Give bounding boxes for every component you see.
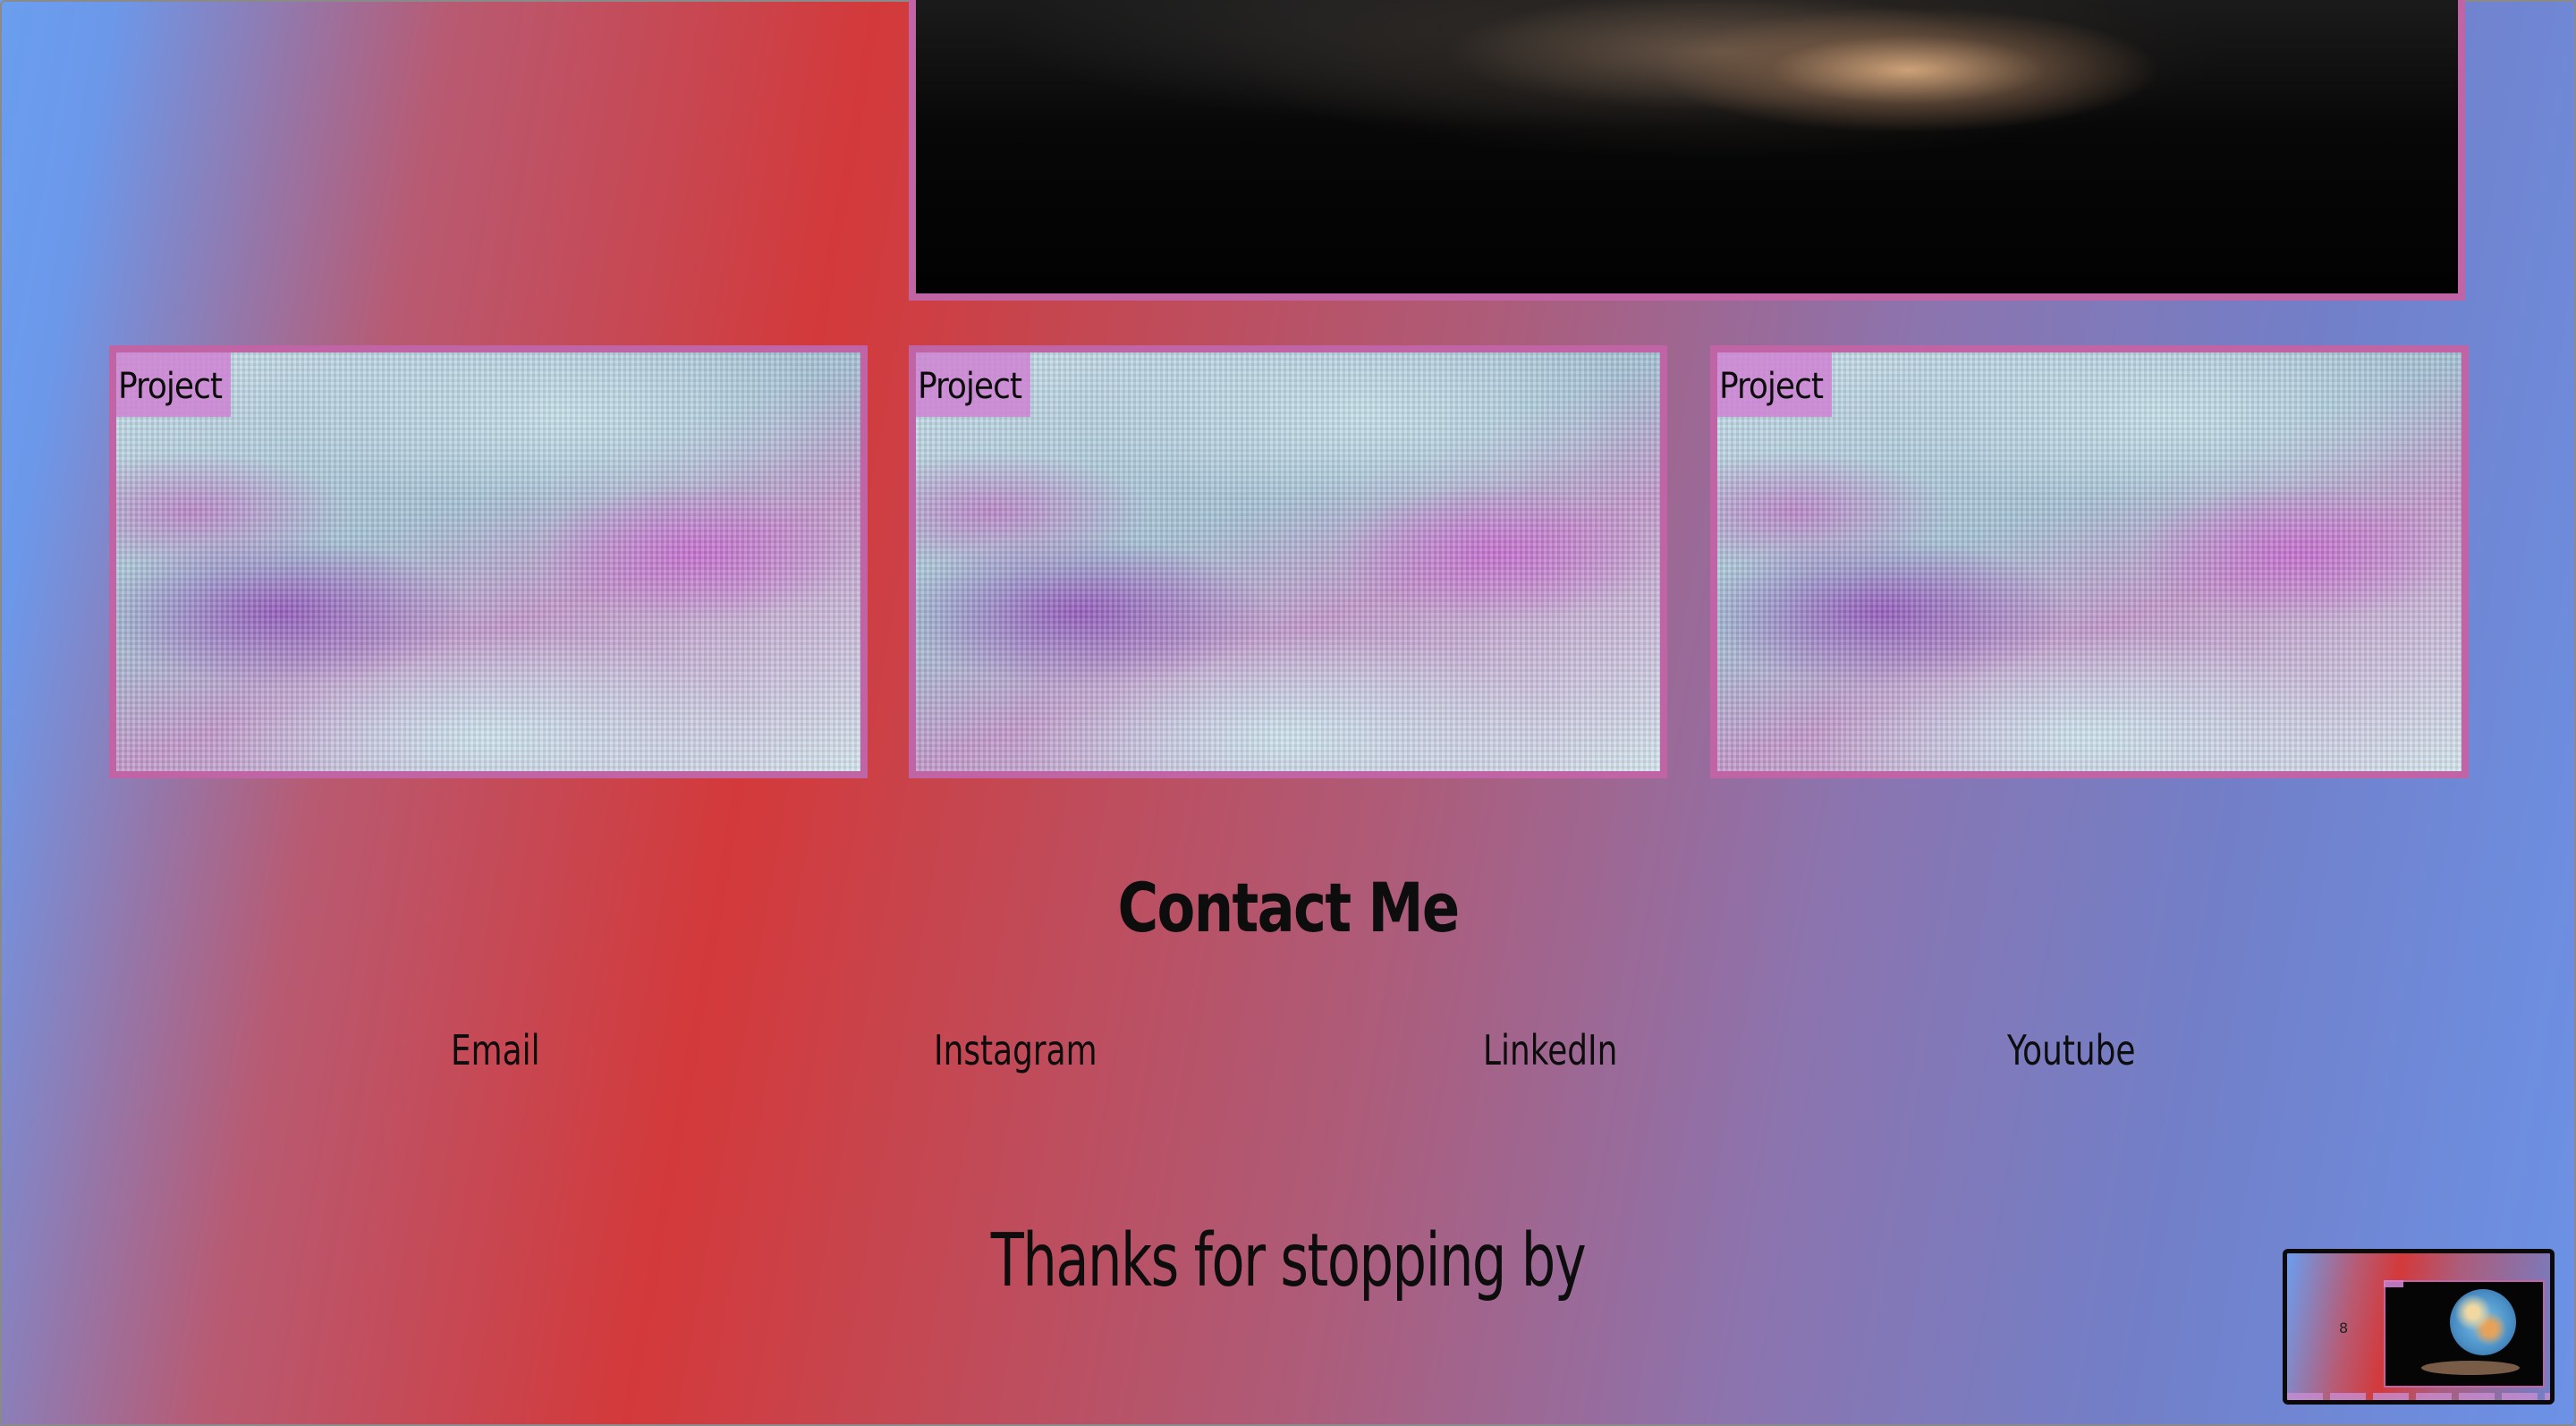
hand-image (916, 0, 2458, 293)
contact-heading: Contact Me (1117, 868, 1460, 947)
minimap-glyph: 8 (2339, 1320, 2349, 1337)
hero-image (909, 0, 2465, 301)
globe-icon (2450, 1289, 2516, 1355)
minimap-cards (2287, 1393, 2550, 1400)
project-card-2[interactable]: Project (909, 345, 1667, 778)
minimap-tag (2384, 1280, 2403, 1287)
project-card-3[interactable]: Project (1710, 345, 2469, 778)
linkedin-link[interactable]: LinkedIn (1483, 1025, 1617, 1075)
project-label: Project (116, 352, 231, 417)
instagram-link[interactable]: Instagram (934, 1025, 1097, 1075)
project-label: Project (916, 352, 1030, 417)
email-link[interactable]: Email (451, 1025, 540, 1075)
minimap-hand (2421, 1361, 2520, 1375)
thanks-message: Thanks for stopping by (990, 1218, 1587, 1303)
project-card-1[interactable]: Project (109, 345, 868, 778)
page-minimap[interactable]: 8 (2283, 1249, 2555, 1405)
minimap-hero (2384, 1280, 2545, 1388)
youtube-link[interactable]: Youtube (2007, 1025, 2136, 1075)
project-label: Project (1717, 352, 1832, 417)
